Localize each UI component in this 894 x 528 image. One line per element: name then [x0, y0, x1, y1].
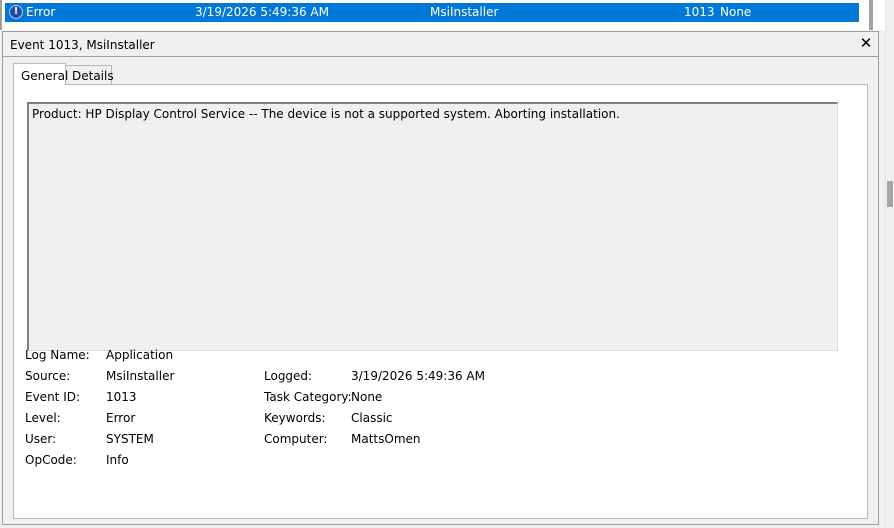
panel-title: Event 1013, MsiInstaller: [10, 38, 155, 52]
tab-details[interactable]: Details: [66, 65, 114, 84]
general-tab-content: Product: HP Display Control Service -- T…: [13, 84, 868, 519]
vertical-scrollbar[interactable]: [885, 0, 894, 528]
logged-value: 3/19/2026 5:49:36 AM: [351, 369, 485, 383]
source-label: Source:: [25, 369, 71, 383]
opcode-value: Info: [106, 453, 129, 467]
computer-value: MattsOmen: [351, 432, 421, 446]
event-message: Product: HP Display Control Service -- T…: [32, 107, 620, 121]
opcode-label: OpCode:: [25, 453, 77, 467]
keywords-value: Classic: [351, 411, 393, 425]
log-name-value: Application: [106, 348, 174, 362]
row-task-category: None: [720, 5, 752, 19]
close-icon[interactable]: ✕: [858, 35, 874, 51]
row-level: Error: [26, 5, 56, 19]
row-source: MsiInstaller: [430, 5, 499, 19]
keywords-label: Keywords:: [264, 411, 326, 425]
source-value: MsiInstaller: [106, 369, 175, 383]
row-event-id: 1013: [684, 5, 715, 19]
task-category-value: None: [351, 390, 383, 404]
event-row-selected[interactable]: ! Error 3/19/2026 5:49:36 AM MsiInstalle…: [5, 3, 859, 22]
list-frame-left: [0, 0, 2, 30]
event-id-value: 1013: [106, 390, 137, 404]
row-date-time: 3/19/2026 5:49:36 AM: [195, 5, 329, 19]
event-detail-panel: Event 1013, MsiInstaller ✕ General Detai…: [2, 31, 879, 525]
computer-label: Computer:: [264, 432, 328, 446]
error-icon: !: [9, 5, 23, 19]
level-value: Error: [106, 411, 136, 425]
logged-label: Logged:: [264, 369, 313, 383]
user-value: SYSTEM: [106, 432, 154, 446]
tab-general[interactable]: General: [13, 63, 68, 85]
event-id-label: Event ID:: [25, 390, 81, 404]
panel-header: Event 1013, MsiInstaller ✕: [3, 32, 878, 57]
user-label: User:: [25, 432, 57, 446]
event-message-box[interactable]: Product: HP Display Control Service -- T…: [27, 102, 838, 351]
task-category-label: Task Category:: [264, 390, 352, 404]
scrollbar-thumb[interactable]: [887, 181, 893, 207]
level-label: Level:: [25, 411, 61, 425]
log-name-label: Log Name:: [25, 348, 90, 362]
list-frame-right: [869, 0, 873, 30]
